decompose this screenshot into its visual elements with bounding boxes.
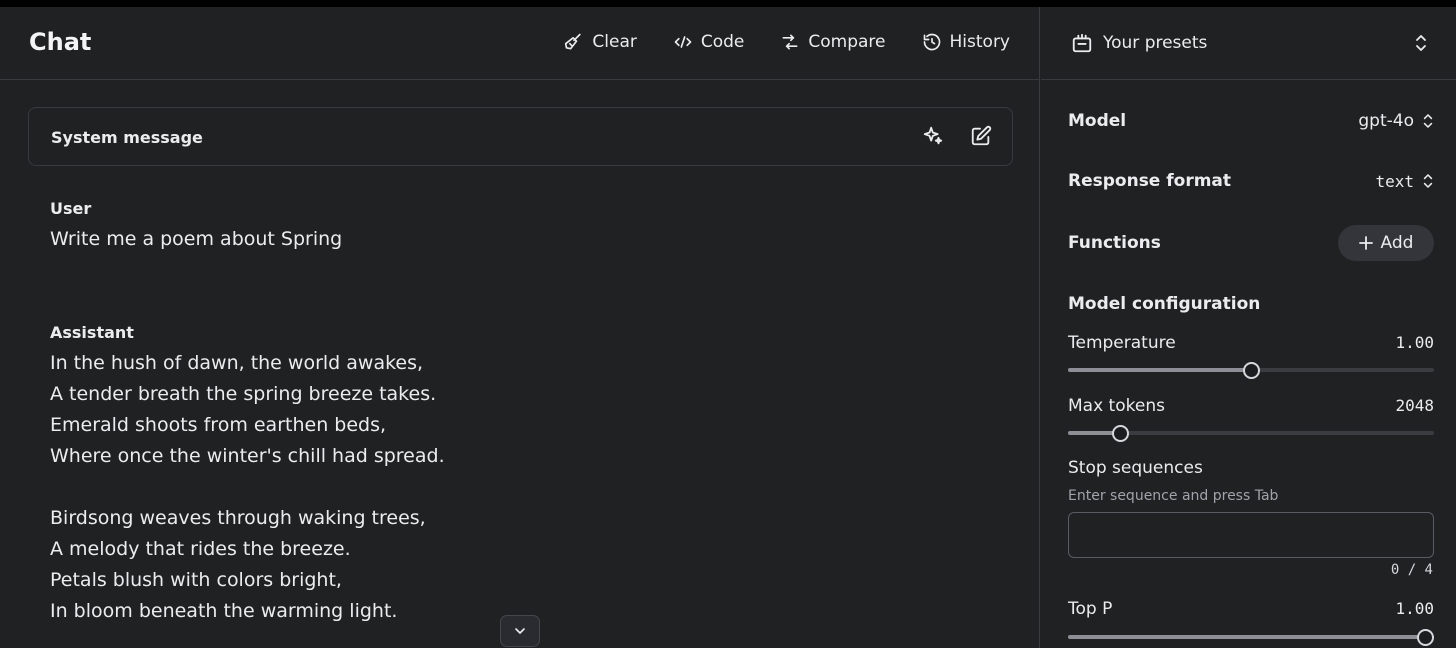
slider-thumb[interactable] — [1243, 362, 1260, 379]
max-tokens-label: Max tokens — [1068, 396, 1165, 416]
top-p-slider[interactable] — [1068, 629, 1434, 646]
chevron-up-down-icon — [1423, 114, 1433, 128]
history-label: History — [949, 32, 1010, 52]
model-configuration-heading: Model configuration — [1068, 294, 1261, 314]
presets-label: Your presets — [1103, 33, 1208, 53]
temperature-label: Temperature — [1068, 333, 1176, 353]
history-button[interactable]: History — [922, 32, 1010, 52]
clear-label: Clear — [592, 32, 637, 52]
top-p-label: Top P — [1068, 599, 1113, 619]
chat-panel: Chat Clear Code Compare History System m… — [0, 7, 1040, 648]
history-icon — [923, 33, 940, 51]
chevron-up-down-icon — [1423, 174, 1433, 188]
slider-thumb[interactable] — [1417, 629, 1434, 646]
page-title: Chat — [29, 28, 92, 56]
response-format-row: Response format text — [1068, 171, 1434, 191]
edit-icon[interactable] — [970, 125, 992, 147]
add-label: Add — [1380, 233, 1414, 253]
add-function-button[interactable]: Add — [1338, 225, 1434, 261]
broom-icon — [565, 33, 582, 50]
code-button[interactable]: Code — [673, 32, 745, 52]
temperature-row: Temperature 1.00 — [1068, 333, 1434, 353]
system-message-box[interactable]: System message — [28, 107, 1013, 166]
sparkle-icon[interactable] — [922, 125, 944, 147]
response-format-select[interactable]: text — [1375, 172, 1434, 191]
assistant-message[interactable]: Assistant In the hush of dawn, the world… — [50, 323, 750, 627]
stop-sequences-input[interactable] — [1068, 512, 1434, 558]
settings-panel: Your presets Model gpt-4o Response forma… — [1041, 7, 1456, 648]
chevron-down-icon — [515, 628, 525, 634]
message-text: In the hush of dawn, the world awakes, A… — [50, 352, 445, 622]
model-value: gpt-4o — [1358, 111, 1414, 131]
user-message[interactable]: User Write me a poem about Spring — [50, 199, 750, 255]
max-tokens-row: Max tokens 2048 — [1068, 396, 1434, 416]
clear-button[interactable]: Clear — [564, 32, 637, 52]
presets-header[interactable]: Your presets — [1041, 7, 1456, 80]
response-format-value: text — [1375, 171, 1414, 191]
temperature-value: 1.00 — [1395, 333, 1434, 352]
stop-sequences-label: Stop sequences — [1068, 458, 1203, 478]
system-message-actions — [922, 125, 992, 147]
chat-header: Chat Clear Code Compare History — [0, 7, 1040, 80]
message-role: Assistant — [50, 323, 134, 342]
compare-label: Compare — [808, 32, 886, 52]
model-row: Model gpt-4o — [1068, 111, 1434, 131]
model-label: Model — [1068, 111, 1127, 131]
functions-row: Functions Add — [1068, 225, 1434, 261]
scroll-down-button[interactable] — [500, 615, 540, 647]
stop-sequences-hint: Enter sequence and press Tab — [1068, 488, 1279, 504]
message-text: Write me a poem about Spring — [50, 228, 343, 250]
presets-icon — [1072, 33, 1092, 53]
system-message-label: System message — [51, 128, 203, 147]
top-p-row: Top P 1.00 — [1068, 599, 1434, 619]
toolbar: Clear Code Compare History — [564, 32, 1010, 52]
app-window: Chat Clear Code Compare History System m… — [0, 7, 1456, 648]
message-role: User — [50, 199, 92, 218]
presets-selector[interactable]: Your presets — [1071, 32, 1207, 54]
code-label: Code — [700, 32, 745, 52]
chevron-up-down-icon[interactable] — [1414, 34, 1428, 52]
slider-fill — [1068, 635, 1434, 639]
temperature-slider[interactable] — [1068, 362, 1434, 379]
max-tokens-value: 2048 — [1395, 396, 1434, 415]
plus-icon — [1358, 236, 1373, 250]
model-select[interactable]: gpt-4o — [1358, 111, 1434, 131]
code-icon — [674, 36, 692, 48]
max-tokens-slider[interactable] — [1068, 425, 1434, 442]
slider-thumb[interactable] — [1112, 425, 1129, 442]
functions-label: Functions — [1068, 233, 1161, 253]
stop-sequences-row: Stop sequences — [1068, 458, 1434, 478]
slider-fill — [1068, 368, 1251, 372]
top-p-value: 1.00 — [1395, 599, 1434, 618]
compare-icon — [782, 34, 798, 50]
stop-sequences-counter: 0 / 4 — [1390, 562, 1433, 578]
response-format-label: Response format — [1068, 171, 1232, 191]
compare-button[interactable]: Compare — [780, 32, 886, 52]
